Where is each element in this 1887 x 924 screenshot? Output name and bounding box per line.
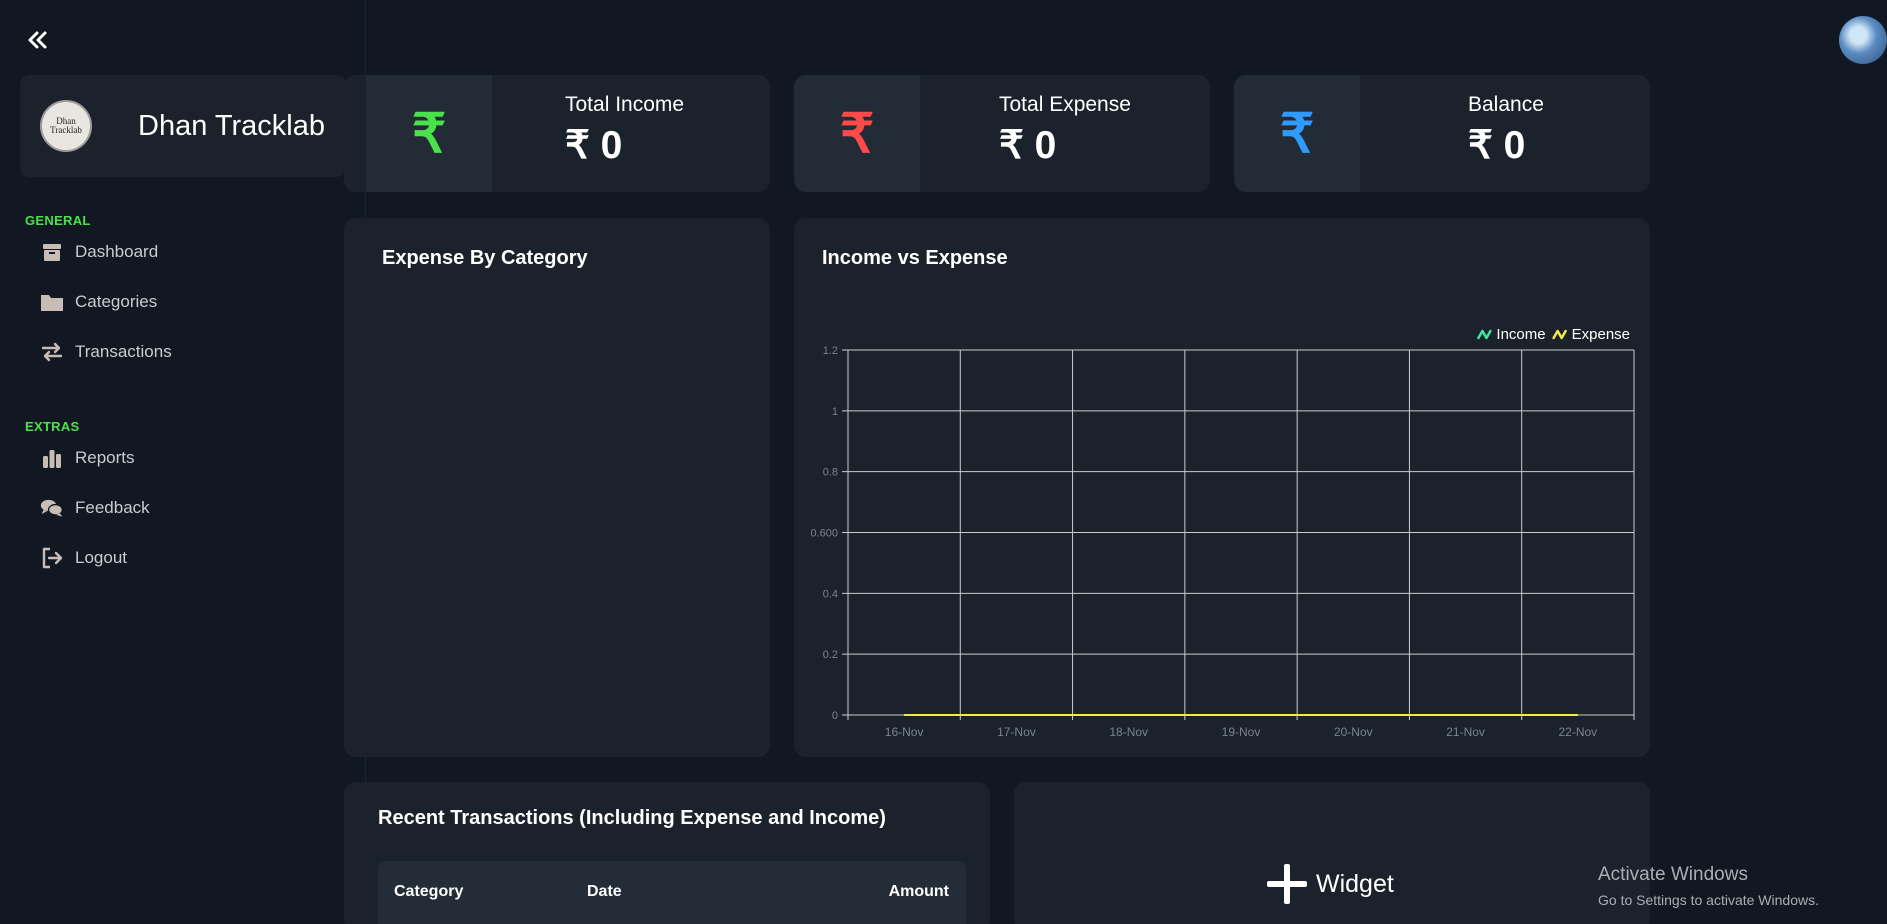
sidebar-item-label: Categories xyxy=(75,292,158,311)
chart-x-tick-label: 20-Nov xyxy=(1334,725,1373,739)
column-header-category[interactable]: Category xyxy=(394,883,463,901)
section-label-extras: EXTRAS xyxy=(25,419,80,434)
chart-x-tick-label: 21-Nov xyxy=(1446,725,1485,739)
brand-card[interactable]: Dhan Tracklab Dhan Tracklab xyxy=(20,75,346,177)
chart-legend-swatch xyxy=(1552,329,1567,340)
logout-icon xyxy=(40,546,64,570)
chart-y-tick-label: 1.2 xyxy=(823,345,838,357)
app-root: Dhan Tracklab Dhan Tracklab GENERAL Dash… xyxy=(0,0,1887,924)
chart-y-tick-label: 1 xyxy=(832,406,838,418)
transactions-table-header: Category Date Amount xyxy=(378,861,966,924)
income-vs-expense-chart: 0 0.2 0.4 0.600 0.8 1 1.2 16-Nov 17-Nov 18-Nov 19-… xyxy=(810,326,1635,739)
expense-by-category-panel: Expense By Category xyxy=(344,218,770,757)
stat-title: Total Income xyxy=(565,93,685,116)
bar-chart-icon xyxy=(40,446,64,470)
panel-title: Expense By Category xyxy=(382,247,588,269)
brand-logo: Dhan Tracklab xyxy=(40,100,92,152)
collapse-sidebar-icon[interactable] xyxy=(24,26,52,54)
chart-x-tick-label: 18-Nov xyxy=(1109,725,1148,739)
add-widget-button[interactable]: Widget xyxy=(1267,864,1394,904)
rupee-icon: ₹ xyxy=(366,75,492,192)
user-avatar[interactable] xyxy=(1839,16,1887,64)
chart-x-tick-label: 17-Nov xyxy=(997,725,1036,739)
sidebar-item-label: Dashboard xyxy=(75,242,159,261)
sidebar: Dhan Tracklab Dhan Tracklab GENERAL Dash… xyxy=(0,0,366,924)
chart-y-tick-label: 0.2 xyxy=(823,649,838,661)
column-header-amount[interactable]: Amount xyxy=(889,883,949,901)
chart-x-tick-label: 16-Nov xyxy=(885,725,924,739)
sidebar-item-feedback[interactable]: Feedback xyxy=(40,493,150,523)
stat-value: ₹ 0 xyxy=(999,124,1057,167)
rupee-glyph: ₹ xyxy=(1279,104,1315,164)
arrows-exchange-icon xyxy=(40,340,64,364)
brand-name: Dhan Tracklab xyxy=(138,109,325,142)
box-icon xyxy=(40,240,64,264)
rupee-glyph: ₹ xyxy=(411,104,447,164)
activate-windows-watermark: Activate Windows Go to Settings to activ… xyxy=(1598,864,1819,908)
sidebar-item-label: Feedback xyxy=(75,498,150,517)
stat-title: Total Expense xyxy=(999,93,1131,116)
add-widget-label: Widget xyxy=(1316,869,1394,898)
panel-title: Recent Transactions (Including Expense a… xyxy=(378,807,886,829)
stat-card-balance: ₹ Balance ₹ 0 xyxy=(1234,75,1650,192)
chart-y-tick-label: 0.4 xyxy=(823,588,838,600)
sidebar-item-categories[interactable]: Categories xyxy=(40,287,157,317)
sidebar-item-transactions[interactable]: Transactions xyxy=(40,337,172,367)
brand-logo-text: Dhan Tracklab xyxy=(50,116,82,135)
chat-bubbles-icon xyxy=(40,496,64,520)
chart-y-tick-label: 0.8 xyxy=(823,467,838,479)
activate-windows-title: Activate Windows xyxy=(1598,864,1748,885)
sidebar-item-logout[interactable]: Logout xyxy=(40,543,127,573)
section-label-general: GENERAL xyxy=(25,213,91,228)
stat-value: ₹ 0 xyxy=(1468,124,1526,167)
chart-legend-swatch xyxy=(1477,329,1492,340)
sidebar-item-label: Logout xyxy=(75,548,127,567)
income-vs-expense-panel: Income vs Expense 0 0.2 0.4 0.600 0.8 1 1.2 16-… xyxy=(794,218,1650,757)
sidebar-item-dashboard[interactable]: Dashboard xyxy=(40,237,158,267)
column-header-date[interactable]: Date xyxy=(587,883,622,901)
rupee-glyph: ₹ xyxy=(839,104,875,164)
activate-windows-subtitle: Go to Settings to activate Windows. xyxy=(1598,892,1819,908)
stat-card-total-expense: ₹ Total Expense ₹ 0 xyxy=(794,75,1210,192)
chart-x-tick-label: 22-Nov xyxy=(1559,725,1598,739)
folder-icon xyxy=(40,290,64,314)
stat-value: ₹ 0 xyxy=(565,124,623,167)
chart-y-tick-label: 0.600 xyxy=(810,528,838,540)
chart-legend-label: Income xyxy=(1496,326,1545,343)
sidebar-item-label: Transactions xyxy=(75,342,172,361)
chart-legend-label: Expense xyxy=(1572,326,1630,343)
chart-y-tick-label: 0 xyxy=(832,710,838,722)
sidebar-item-label: Reports xyxy=(75,448,135,467)
stat-title: Balance xyxy=(1468,93,1544,116)
chart-x-tick-label: 19-Nov xyxy=(1222,725,1261,739)
rupee-icon: ₹ xyxy=(1234,75,1360,192)
stat-card-total-income: ₹ Total Income ₹ 0 xyxy=(344,75,770,192)
plus-icon xyxy=(1267,864,1307,904)
rupee-icon: ₹ xyxy=(794,75,920,192)
sidebar-item-reports[interactable]: Reports xyxy=(40,443,135,473)
